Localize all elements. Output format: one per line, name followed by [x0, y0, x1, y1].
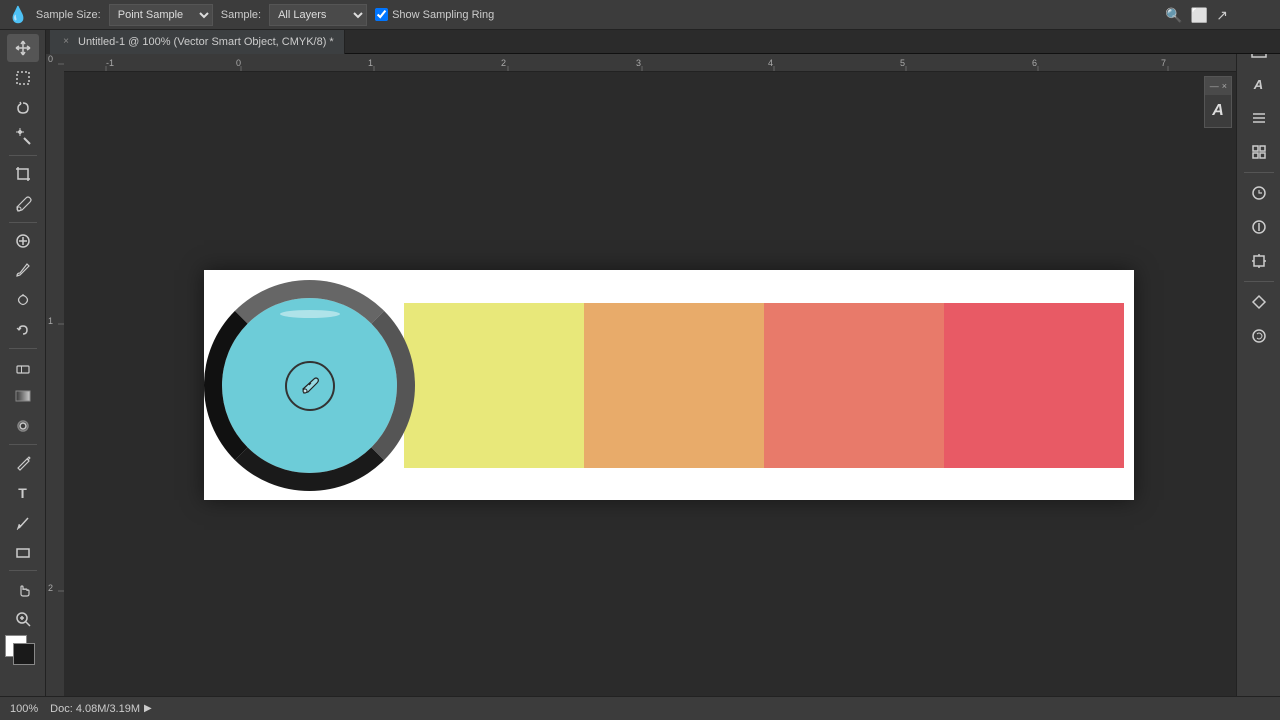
right-panel-divider-2	[1244, 281, 1274, 282]
crop-tool-btn[interactable]	[7, 160, 39, 188]
svg-text:6: 6	[1032, 58, 1037, 68]
top-toolbar: 💧 Sample Size: Point Sample 3 by 3 Avera…	[0, 0, 1280, 30]
shape-tool-btn[interactable]	[7, 539, 39, 567]
brush-tool-btn[interactable]	[7, 256, 39, 284]
sample-size-select[interactable]: Point Sample 3 by 3 Average 5 by 5 Avera…	[109, 4, 213, 26]
salmon-swatch	[764, 303, 944, 468]
color-swatch-area	[5, 635, 41, 666]
circle-swatch	[222, 298, 397, 473]
left-toolbar: T	[0, 30, 46, 696]
tool-divider-3	[9, 348, 37, 349]
sampling-ring	[285, 361, 335, 411]
panel-btn-4[interactable]	[1243, 136, 1275, 168]
tool-divider-4	[9, 444, 37, 445]
panel-btn-3[interactable]	[1243, 102, 1275, 134]
svg-text:2: 2	[48, 583, 53, 593]
blur-tool-btn[interactable]	[7, 412, 39, 440]
float-panel-close[interactable]: ×	[1222, 81, 1227, 91]
search-icon[interactable]: 🔍	[1165, 7, 1182, 24]
workspace-icon[interactable]: ⬜	[1191, 7, 1208, 24]
show-sampling-ring-group: Show Sampling Ring	[375, 8, 494, 21]
panel-btn-char[interactable]: A	[1243, 68, 1275, 100]
panel-btn-5[interactable]	[1243, 177, 1275, 209]
right-panel: A	[1236, 30, 1280, 696]
tab-bar: × Untitled-1 @ 100% (Vector Smart Object…	[50, 30, 1280, 54]
svg-text:2: 2	[501, 58, 506, 68]
clone-tool-btn[interactable]	[7, 286, 39, 314]
top-right-icons: 🔍 ⬜ ↗	[1165, 0, 1236, 30]
float-char-icon[interactable]: A	[1206, 99, 1230, 123]
horizontal-ruler: -1 0 1 2 3 4 5 6 7	[46, 54, 1236, 72]
sample-select[interactable]: All Layers Current Layer	[269, 4, 367, 26]
circle-highlight	[280, 310, 340, 318]
zoom-tool-btn[interactable]	[7, 605, 39, 633]
tab-title: Untitled-1 @ 100% (Vector Smart Object, …	[78, 36, 334, 48]
text-tool-btn[interactable]: T	[7, 479, 39, 507]
pen-tool-btn[interactable]	[7, 449, 39, 477]
fg-color-swatch[interactable]	[13, 643, 35, 665]
vertical-ruler: 0 1 2	[46, 54, 64, 696]
circle-swatch-container	[214, 290, 404, 480]
move-tool-btn[interactable]	[7, 34, 39, 62]
doc-info-arrow[interactable]: ▶	[144, 703, 152, 714]
marquee-tool-btn[interactable]	[7, 64, 39, 92]
svg-text:-1: -1	[106, 58, 114, 68]
artboard	[204, 270, 1134, 500]
document-tab[interactable]: × Untitled-1 @ 100% (Vector Smart Object…	[50, 30, 345, 54]
path-select-btn[interactable]	[7, 509, 39, 537]
red-swatch	[944, 303, 1124, 468]
orange-swatch	[584, 303, 764, 468]
eyedropper-icon: 💧	[8, 5, 28, 25]
svg-text:5: 5	[900, 58, 905, 68]
history-brush-btn[interactable]	[7, 316, 39, 344]
hand-tool-btn[interactable]	[7, 575, 39, 603]
healing-tool-btn[interactable]	[7, 227, 39, 255]
lasso-tool-btn[interactable]	[7, 94, 39, 122]
float-panel-content: A	[1205, 95, 1231, 127]
magic-wand-btn[interactable]	[7, 123, 39, 151]
panel-btn-6[interactable]	[1243, 211, 1275, 243]
yellow-swatch	[404, 303, 584, 468]
artboard-content	[204, 270, 1134, 500]
svg-text:7: 7	[1161, 58, 1166, 68]
tool-divider-5	[9, 570, 37, 571]
svg-text:1: 1	[368, 58, 373, 68]
eraser-tool-btn[interactable]	[7, 353, 39, 381]
show-sampling-ring-checkbox[interactable]	[375, 8, 388, 21]
svg-text:0: 0	[48, 54, 53, 64]
eyedropper-tool-btn[interactable]	[7, 190, 39, 218]
svg-text:0: 0	[236, 58, 241, 68]
panel-btn-8[interactable]	[1243, 286, 1275, 318]
panel-btn-7[interactable]	[1243, 245, 1275, 277]
status-bar: 100% Doc: 4.08M/3.19M ▶	[0, 696, 1280, 720]
canvas-area	[64, 72, 1236, 696]
eyedropper-cursor-icon	[300, 376, 320, 396]
float-panel-collapse[interactable]: —	[1210, 81, 1219, 91]
tool-divider-1	[9, 155, 37, 156]
svg-text:4: 4	[768, 58, 773, 68]
show-sampling-ring-label: Show Sampling Ring	[392, 9, 494, 21]
sample-label: Sample:	[221, 9, 261, 21]
tool-divider-2	[9, 222, 37, 223]
tab-close-btn[interactable]: ×	[60, 36, 72, 48]
svg-text:3: 3	[636, 58, 641, 68]
svg-text:1: 1	[48, 316, 53, 326]
float-panel-header: — ×	[1205, 77, 1231, 95]
doc-info: Doc: 4.08M/3.19M ▶	[50, 703, 152, 715]
sample-size-label: Sample Size:	[36, 9, 101, 21]
gradient-tool-btn[interactable]	[7, 383, 39, 411]
float-panel: — × A	[1204, 76, 1232, 128]
right-panel-divider	[1244, 172, 1274, 173]
zoom-level: 100%	[10, 703, 38, 715]
share-icon[interactable]: ↗	[1216, 7, 1228, 24]
panel-btn-9[interactable]	[1243, 320, 1275, 352]
